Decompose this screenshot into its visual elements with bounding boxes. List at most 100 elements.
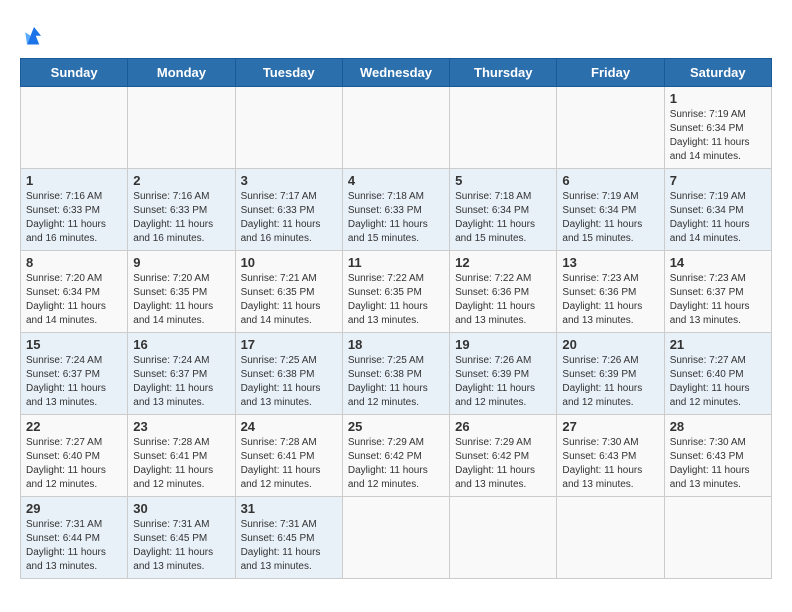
day-number: 5: [455, 173, 551, 188]
calendar-cell: [128, 87, 235, 169]
day-header-tuesday: Tuesday: [235, 59, 342, 87]
day-info: Sunrise: 7:30 AMSunset: 6:43 PMDaylight:…: [562, 436, 658, 492]
day-number: 22: [26, 419, 122, 434]
day-info: Sunrise: 7:22 AMSunset: 6:35 PMDaylight:…: [348, 272, 444, 328]
day-number: 20: [562, 337, 658, 352]
day-info: Sunrise: 7:27 AMSunset: 6:40 PMDaylight:…: [26, 436, 122, 492]
calendar-cell: 10 Sunrise: 7:21 AMSunset: 6:35 PMDayligh…: [235, 251, 342, 333]
day-number: 10: [241, 255, 337, 270]
calendar-cell: [235, 87, 342, 169]
day-info: Sunrise: 7:31 AMSunset: 6:44 PMDaylight:…: [26, 518, 122, 574]
calendar-cell: 11 Sunrise: 7:22 AMSunset: 6:35 PMDayligh…: [342, 251, 449, 333]
day-info: Sunrise: 7:16 AMSunset: 6:33 PMDaylight:…: [26, 190, 122, 246]
calendar-week-row: 22 Sunrise: 7:27 AMSunset: 6:40 PMDayligh…: [21, 415, 772, 497]
day-info: Sunrise: 7:28 AMSunset: 6:41 PMDaylight:…: [241, 436, 337, 492]
calendar-cell: 22 Sunrise: 7:27 AMSunset: 6:40 PMDayligh…: [21, 415, 128, 497]
logo-icon: [20, 20, 48, 48]
day-info: Sunrise: 7:29 AMSunset: 6:42 PMDaylight:…: [348, 436, 444, 492]
day-info: Sunrise: 7:23 AMSunset: 6:36 PMDaylight:…: [562, 272, 658, 328]
day-number: 27: [562, 419, 658, 434]
calendar-cell: 17 Sunrise: 7:25 AMSunset: 6:38 PMDayligh…: [235, 333, 342, 415]
day-info: Sunrise: 7:25 AMSunset: 6:38 PMDaylight:…: [241, 354, 337, 410]
calendar-cell: 18 Sunrise: 7:25 AMSunset: 6:38 PMDayligh…: [342, 333, 449, 415]
day-info: Sunrise: 7:31 AMSunset: 6:45 PMDaylight:…: [241, 518, 337, 574]
day-info: Sunrise: 7:26 AMSunset: 6:39 PMDaylight:…: [562, 354, 658, 410]
day-number: 3: [241, 173, 337, 188]
calendar-cell: 29 Sunrise: 7:31 AMSunset: 6:44 PMDayligh…: [21, 497, 128, 579]
calendar-cell: 13 Sunrise: 7:23 AMSunset: 6:36 PMDayligh…: [557, 251, 664, 333]
calendar-cell: 31 Sunrise: 7:31 AMSunset: 6:45 PMDayligh…: [235, 497, 342, 579]
calendar-cell: 15 Sunrise: 7:24 AMSunset: 6:37 PMDayligh…: [21, 333, 128, 415]
day-info: Sunrise: 7:18 AMSunset: 6:34 PMDaylight:…: [455, 190, 551, 246]
calendar-cell: [450, 87, 557, 169]
day-info: Sunrise: 7:21 AMSunset: 6:35 PMDaylight:…: [241, 272, 337, 328]
calendar-cell: 3 Sunrise: 7:17 AMSunset: 6:33 PMDaylight…: [235, 169, 342, 251]
day-info: Sunrise: 7:25 AMSunset: 6:38 PMDaylight:…: [348, 354, 444, 410]
calendar-cell: 27 Sunrise: 7:30 AMSunset: 6:43 PMDayligh…: [557, 415, 664, 497]
day-number: 4: [348, 173, 444, 188]
calendar-cell: 7 Sunrise: 7:19 AMSunset: 6:34 PMDaylight…: [664, 169, 771, 251]
day-number: 24: [241, 419, 337, 434]
day-info: Sunrise: 7:18 AMSunset: 6:33 PMDaylight:…: [348, 190, 444, 246]
day-info: Sunrise: 7:28 AMSunset: 6:41 PMDaylight:…: [133, 436, 229, 492]
day-header-saturday: Saturday: [664, 59, 771, 87]
day-number: 6: [562, 173, 658, 188]
day-number: 26: [455, 419, 551, 434]
calendar-cell: 2Sunrise: 7:16 AMSunset: 6:33 PMDaylight…: [128, 169, 235, 251]
calendar-week-row: 1Sunrise: 7:19 AMSunset: 6:34 PMDaylight…: [21, 87, 772, 169]
calendar-cell: 28Sunrise: 7:30 AMSunset: 6:43 PMDayligh…: [664, 415, 771, 497]
day-number: 15: [26, 337, 122, 352]
day-header-sunday: Sunday: [21, 59, 128, 87]
calendar-cell: [342, 87, 449, 169]
calendar-cell: [557, 87, 664, 169]
calendar-cell: 30Sunrise: 7:31 AMSunset: 6:45 PMDayligh…: [128, 497, 235, 579]
day-info: Sunrise: 7:31 AMSunset: 6:45 PMDaylight:…: [133, 518, 229, 574]
calendar-cell: 1Sunrise: 7:16 AMSunset: 6:33 PMDaylight…: [21, 169, 128, 251]
day-info: Sunrise: 7:29 AMSunset: 6:42 PMDaylight:…: [455, 436, 551, 492]
day-header-monday: Monday: [128, 59, 235, 87]
calendar-cell: [450, 497, 557, 579]
day-number: 8: [26, 255, 122, 270]
day-number: 1: [670, 91, 766, 106]
day-number: 7: [670, 173, 766, 188]
day-number: 18: [348, 337, 444, 352]
day-number: 25: [348, 419, 444, 434]
calendar-week-row: 29 Sunrise: 7:31 AMSunset: 6:44 PMDayligh…: [21, 497, 772, 579]
day-info: Sunrise: 7:20 AMSunset: 6:35 PMDaylight:…: [133, 272, 229, 328]
day-info: Sunrise: 7:19 AMSunset: 6:34 PMDaylight:…: [670, 190, 766, 246]
day-number: 13: [562, 255, 658, 270]
day-info: Sunrise: 7:26 AMSunset: 6:39 PMDaylight:…: [455, 354, 551, 410]
day-info: Sunrise: 7:19 AMSunset: 6:34 PMDaylight:…: [562, 190, 658, 246]
calendar-cell: 19Sunrise: 7:26 AMSunset: 6:39 PMDayligh…: [450, 333, 557, 415]
day-number: 23: [133, 419, 229, 434]
calendar-week-row: 8 Sunrise: 7:20 AMSunset: 6:34 PMDaylight…: [21, 251, 772, 333]
day-info: Sunrise: 7:22 AMSunset: 6:36 PMDaylight:…: [455, 272, 551, 328]
day-number: 16: [133, 337, 229, 352]
day-number: 17: [241, 337, 337, 352]
calendar-week-row: 1Sunrise: 7:16 AMSunset: 6:33 PMDaylight…: [21, 169, 772, 251]
day-info: Sunrise: 7:24 AMSunset: 6:37 PMDaylight:…: [133, 354, 229, 410]
calendar-cell: 20 Sunrise: 7:26 AMSunset: 6:39 PMDayligh…: [557, 333, 664, 415]
day-info: Sunrise: 7:24 AMSunset: 6:37 PMDaylight:…: [26, 354, 122, 410]
calendar-cell: 5 Sunrise: 7:18 AMSunset: 6:34 PMDaylight…: [450, 169, 557, 251]
day-number: 2: [133, 173, 229, 188]
calendar-cell: 6 Sunrise: 7:19 AMSunset: 6:34 PMDaylight…: [557, 169, 664, 251]
calendar-cell: 21Sunrise: 7:27 AMSunset: 6:40 PMDayligh…: [664, 333, 771, 415]
day-info: Sunrise: 7:20 AMSunset: 6:34 PMDaylight:…: [26, 272, 122, 328]
calendar-table: SundayMondayTuesdayWednesdayThursdayFrid…: [20, 58, 772, 579]
page-header: [20, 20, 772, 48]
calendar-cell: 16 Sunrise: 7:24 AMSunset: 6:37 PMDayligh…: [128, 333, 235, 415]
day-number: 31: [241, 501, 337, 516]
day-number: 29: [26, 501, 122, 516]
calendar-cell: 8 Sunrise: 7:20 AMSunset: 6:34 PMDaylight…: [21, 251, 128, 333]
day-info: Sunrise: 7:23 AMSunset: 6:37 PMDaylight:…: [670, 272, 766, 328]
calendar-cell: 4 Sunrise: 7:18 AMSunset: 6:33 PMDaylight…: [342, 169, 449, 251]
calendar-cell: 23 Sunrise: 7:28 AMSunset: 6:41 PMDayligh…: [128, 415, 235, 497]
calendar-cell: [21, 87, 128, 169]
day-number: 11: [348, 255, 444, 270]
day-header-thursday: Thursday: [450, 59, 557, 87]
calendar-cell: 26 Sunrise: 7:29 AMSunset: 6:42 PMDayligh…: [450, 415, 557, 497]
day-info: Sunrise: 7:17 AMSunset: 6:33 PMDaylight:…: [241, 190, 337, 246]
calendar-cell: 25 Sunrise: 7:29 AMSunset: 6:42 PMDayligh…: [342, 415, 449, 497]
day-number: 21: [670, 337, 766, 352]
